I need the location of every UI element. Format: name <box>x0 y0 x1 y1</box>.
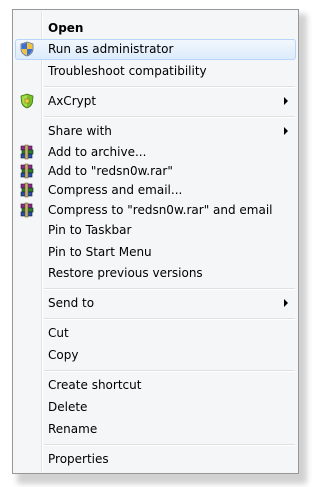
menu-item-add-to-rar[interactable]: Add to "redsn0w.rar" <box>15 161 296 182</box>
menu-item-label: Cut <box>48 326 69 340</box>
menu-item-copy[interactable]: Copy <box>15 345 296 366</box>
winrar-books-icon <box>19 182 35 198</box>
uac-shield-icon <box>19 41 35 57</box>
menu-item-delete[interactable]: Delete <box>15 397 296 418</box>
menu-separator <box>44 318 295 320</box>
menu-item-label: Copy <box>48 348 79 362</box>
winrar-books-icon <box>19 144 35 160</box>
menu-separator <box>44 116 295 118</box>
menu-item-add-to-archive[interactable]: Add to archive... <box>15 142 296 163</box>
menu-separator <box>44 444 295 446</box>
menu-item-create-shortcut[interactable]: Create shortcut <box>15 375 296 396</box>
menu-item-label: Compress to "redsn0w.rar" and email <box>48 203 273 217</box>
menu-item-pin-to-taskbar[interactable]: Pin to Taskbar <box>15 220 296 241</box>
menu-item-label: Restore previous versions <box>48 266 203 280</box>
context-menu: Open Run as administrator Troubleshoot c… <box>12 9 299 474</box>
menu-item-label: Run as administrator <box>48 42 174 56</box>
menu-item-open[interactable]: Open <box>15 18 296 39</box>
menu-item-label: Delete <box>48 400 88 414</box>
menu-item-label: AxCrypt <box>48 94 97 108</box>
menu-item-label: Pin to Start Menu <box>48 245 152 259</box>
menu-separator <box>44 288 295 290</box>
menu-item-share-with[interactable]: Share with <box>15 121 296 142</box>
menu-item-compress-and-email[interactable]: Compress and email... <box>15 180 296 201</box>
menu-item-label: Create shortcut <box>48 378 142 392</box>
menu-item-troubleshoot-compatibility[interactable]: Troubleshoot compatibility <box>15 61 296 82</box>
menu-item-label: Rename <box>48 422 98 436</box>
menu-separator <box>44 370 295 372</box>
menu-item-label: Properties <box>48 452 109 466</box>
menu-item-label: Share with <box>48 124 112 138</box>
menu-item-cut[interactable]: Cut <box>15 323 296 344</box>
menu-item-axcrypt[interactable]: AxCrypt <box>15 91 296 112</box>
submenu-arrow-icon <box>284 299 288 307</box>
menu-item-compress-to-rar-and-email[interactable]: Compress to "redsn0w.rar" and email <box>15 200 296 221</box>
submenu-arrow-icon <box>284 97 288 105</box>
menu-item-restore-previous-versions[interactable]: Restore previous versions <box>15 263 296 284</box>
axcrypt-shield-icon <box>19 93 35 109</box>
menu-item-label: Troubleshoot compatibility <box>48 64 207 78</box>
menu-item-label: Add to "redsn0w.rar" <box>48 164 173 178</box>
menu-item-label: Send to <box>48 296 95 310</box>
menu-item-label: Open <box>48 21 84 35</box>
menu-item-rename[interactable]: Rename <box>15 419 296 440</box>
menu-item-run-as-administrator[interactable]: Run as administrator <box>15 39 296 60</box>
winrar-books-icon <box>19 202 35 218</box>
submenu-arrow-icon <box>284 127 288 135</box>
menu-separator <box>44 86 295 88</box>
menu-item-properties[interactable]: Properties <box>15 449 296 470</box>
winrar-books-icon <box>19 163 35 179</box>
menu-item-label: Pin to Taskbar <box>48 223 132 237</box>
menu-item-label: Add to archive... <box>48 145 147 159</box>
menu-item-pin-to-start-menu[interactable]: Pin to Start Menu <box>15 242 296 263</box>
menu-item-label: Compress and email... <box>48 183 183 197</box>
menu-item-send-to[interactable]: Send to <box>15 293 296 314</box>
